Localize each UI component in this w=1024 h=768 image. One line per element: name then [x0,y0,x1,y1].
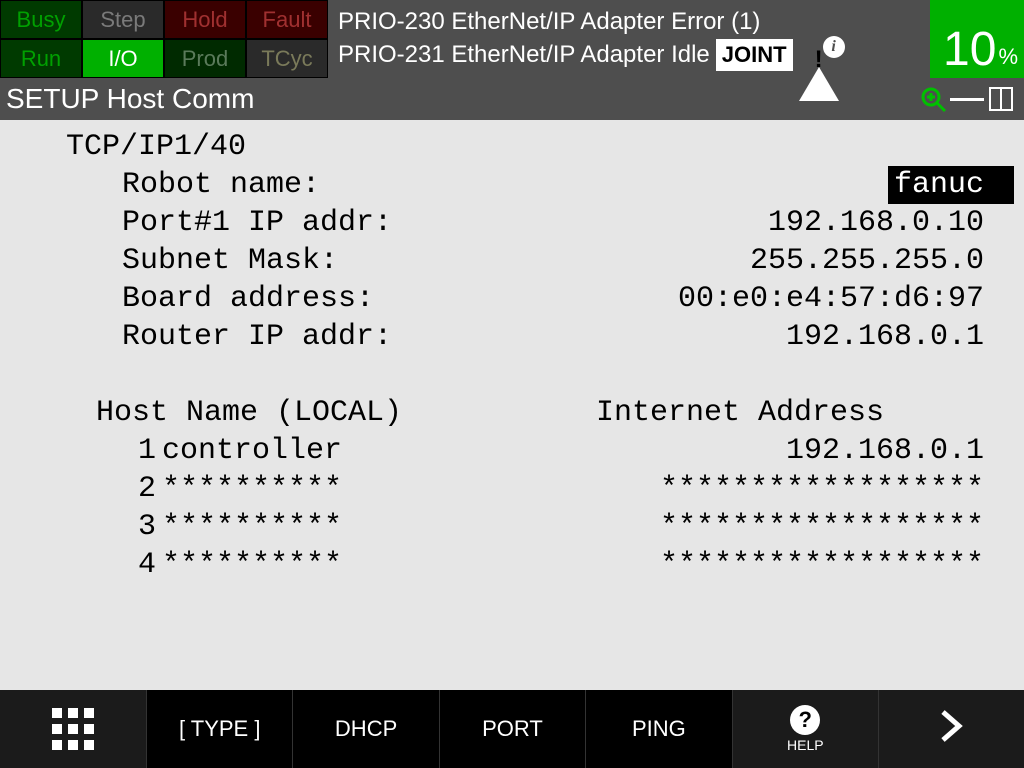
chevron-right-icon [937,706,965,752]
zoom-icon[interactable] [916,85,950,113]
status-busy: Busy [0,0,82,39]
host-name[interactable]: controller [162,432,402,470]
line-counter: 1/40 [174,128,276,166]
coord-mode-tag: JOINT [716,39,793,71]
host-index: 2 [122,470,156,508]
host-row[interactable]: 2 ********** ****************** [10,470,1014,508]
warning-icon: ! i [799,38,839,72]
status-grid: Busy Step Hold Fault Run I/O Prod TCyc [0,0,328,78]
subnet-value[interactable]: 255.255.255.0 [750,242,1014,280]
alarm-line-2: PRIO-231 EtherNet/IP Adapter Idle JOINT … [338,38,920,72]
title-bar: SETUP Host Comm [0,78,1024,120]
field-router-ip[interactable]: Router IP addr: 192.168.0.1 [10,318,1014,356]
status-io: I/O [82,39,164,78]
host-row[interactable]: 1 controller 192.168.0.1 [10,432,1014,470]
alarm-text-1: PRIO-230 EtherNet/IP Adapter Error (1) [338,6,760,38]
override-display[interactable]: 10 % [930,0,1024,78]
port1-ip-value[interactable]: 192.168.0.10 [768,204,1014,242]
softkey-type[interactable]: [ TYPE ] [146,690,292,768]
subnet-label: Subnet Mask: [122,242,338,280]
softkey-help[interactable]: ? HELP [732,690,878,768]
grid-icon [52,708,94,750]
section-name: TCP/IP [66,128,174,166]
field-port1-ip[interactable]: Port#1 IP addr: 192.168.0.10 [10,204,1014,242]
override-value: 10 [943,26,996,74]
host-row[interactable]: 3 ********** ****************** [10,508,1014,546]
field-board-addr[interactable]: Board address: 00:e0:e4:57:d6:97 [10,280,1014,318]
host-col-addr: Internet Address [596,394,1014,432]
section-header: TCP/IP 1/40 [10,128,1014,166]
host-name[interactable]: ********** [162,470,402,508]
alarm-text-2: PRIO-231 EtherNet/IP Adapter Idle [338,39,710,71]
host-addr[interactable]: ****************** [660,470,1014,508]
softkey-ping[interactable]: PING [585,690,731,768]
status-run: Run [0,39,82,78]
softkey-next[interactable] [878,690,1024,768]
help-icon: ? [790,705,820,735]
field-robot-name[interactable]: Robot name: fanuc [10,166,1014,204]
softkey-bar: [ TYPE ] DHCP PORT PING ? HELP [0,690,1024,768]
board-addr-value: 00:e0:e4:57:d6:97 [678,280,1014,318]
status-step: Step [82,0,164,39]
host-index: 3 [122,508,156,546]
host-addr[interactable]: ****************** [660,546,1014,584]
host-name[interactable]: ********** [162,546,402,584]
field-subnet[interactable]: Subnet Mask: 255.255.255.0 [10,242,1014,280]
override-unit: % [998,44,1018,70]
status-prod: Prod [164,39,246,78]
top-status-bar: Busy Step Hold Fault Run I/O Prod TCyc P… [0,0,1024,78]
softkey-port[interactable]: PORT [439,690,585,768]
menu-icon[interactable] [950,95,984,104]
host-index: 1 [122,432,156,470]
router-ip-value[interactable]: 192.168.0.1 [786,318,1014,356]
softkey-dhcp[interactable]: DHCP [292,690,438,768]
board-addr-label: Board address: [122,280,374,318]
status-fault: Fault [246,0,328,39]
info-icon: i [823,36,845,58]
host-name[interactable]: ********** [162,508,402,546]
status-tcyc: TCyc [246,39,328,78]
host-col-name: Host Name (LOCAL) [96,394,402,432]
host-table-header: Host Name (LOCAL) Internet Address [10,394,1014,432]
softkey-help-label: HELP [787,737,824,753]
main-content: TCP/IP 1/40 Robot name: fanuc Port#1 IP … [0,120,1024,690]
router-ip-label: Router IP addr: [122,318,392,356]
robot-name-value[interactable]: fanuc [888,166,1014,204]
host-addr[interactable]: 192.168.0.1 [786,432,1014,470]
layout-icon[interactable] [984,86,1018,112]
host-row[interactable]: 4 ********** ****************** [10,546,1014,584]
host-index: 4 [122,546,156,584]
robot-name-label: Robot name: [122,166,320,204]
menu-grid-button[interactable] [0,690,146,768]
port1-ip-label: Port#1 IP addr: [122,204,392,242]
page-title: SETUP Host Comm [6,83,254,115]
host-addr[interactable]: ****************** [660,508,1014,546]
status-hold: Hold [164,0,246,39]
alarm-area[interactable]: PRIO-230 EtherNet/IP Adapter Error (1) P… [328,0,930,78]
